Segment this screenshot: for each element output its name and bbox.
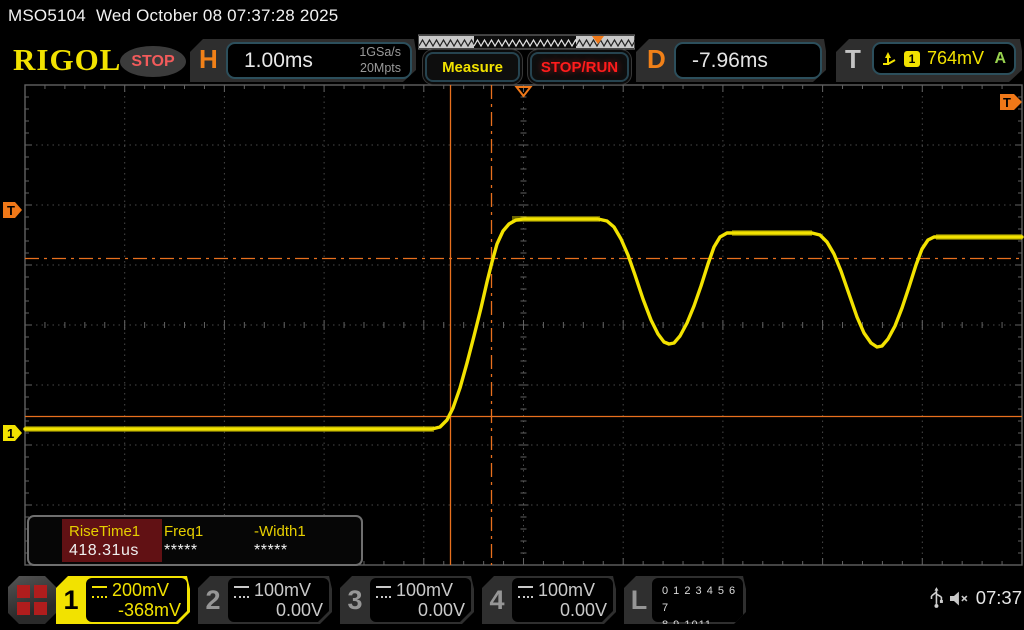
- memory-depth: 20Mpts: [359, 61, 401, 77]
- timebase-box[interactable]: 1.00ms 1GSa/s 20Mpts: [226, 42, 412, 79]
- delay-value: -7.96ms: [692, 49, 768, 73]
- trigger-mode: A: [994, 50, 1006, 68]
- delay-box[interactable]: -7.96ms: [674, 42, 822, 79]
- channel-scale: 100mV: [538, 580, 595, 601]
- logic-channel-list: 0 1 2 3 4 5 6 7 8 9 1011 12131415: [652, 578, 743, 622]
- trigger-level-value: 764mV: [927, 48, 984, 69]
- quick-menu-button[interactable]: [8, 576, 56, 624]
- channel4-tab[interactable]: 4 100mV 0.00V: [482, 576, 616, 624]
- measurement-label[interactable]: Freq1: [164, 523, 203, 540]
- measurement-results-panel[interactable]: RiseTime1 418.31us Freq1 ***** -Width1 *…: [27, 515, 363, 566]
- dc-coupling-icon: [518, 586, 533, 598]
- trigger-label: T: [845, 44, 861, 75]
- measurement-label[interactable]: RiseTime1: [69, 523, 140, 540]
- status-area: 07:37: [930, 585, 1022, 611]
- dc-coupling-icon: [234, 586, 249, 598]
- measurement-value: *****: [164, 542, 198, 560]
- trigger-source-badge: 1: [904, 51, 920, 67]
- channel-scale: 100mV: [254, 580, 311, 601]
- measurement-value: *****: [254, 542, 288, 560]
- graticule: [25, 85, 1022, 565]
- measurement-value: 418.31us: [69, 542, 139, 560]
- delay-panel[interactable]: D -7.96ms: [636, 39, 826, 82]
- sample-rate: 1GSa/s: [359, 45, 401, 61]
- channel-settings: 100mV 0.00V: [512, 578, 613, 622]
- channel-offset: 0.00V: [234, 600, 323, 621]
- trigger-box[interactable]: 1 764mV A: [872, 42, 1016, 75]
- channel-offset: 0.00V: [376, 600, 465, 621]
- horizontal-label: H: [199, 44, 218, 75]
- measurement-label[interactable]: -Width1: [254, 523, 306, 540]
- run-state-badge[interactable]: STOP: [120, 46, 186, 77]
- speaker-muted-icon[interactable]: [949, 590, 970, 607]
- stop-run-button[interactable]: STOP/RUN: [530, 52, 629, 82]
- titlebar: MSO5104 Wed October 08 07:37:28 2025: [8, 6, 348, 26]
- timebase-value: 1.00ms: [244, 49, 313, 73]
- channel-settings: 100mV 0.00V: [228, 578, 329, 622]
- svg-text:T: T: [1003, 95, 1011, 110]
- channel3-tab[interactable]: 3 100mV 0.00V: [340, 576, 474, 624]
- channel-scale: 200mV: [112, 580, 169, 601]
- dc-coupling-icon: [376, 586, 391, 598]
- measure-button[interactable]: Measure: [425, 52, 520, 82]
- usb-icon: [930, 587, 943, 609]
- datetime: Wed October 08 07:37:28 2025: [96, 6, 339, 25]
- channel-scale: 100mV: [396, 580, 453, 601]
- trigger-and-channel-markers[interactable]: T 1 T: [3, 87, 1022, 441]
- logic-channels-tab[interactable]: L 0 1 2 3 4 5 6 7 8 9 1011 12131415: [624, 576, 746, 624]
- svg-text:T: T: [7, 203, 15, 218]
- logic-row: 0 1 2 3 4 5 6 7: [662, 583, 743, 617]
- acquisition-info: 1GSa/s 20Mpts: [359, 45, 401, 76]
- grid-menu-icon: [17, 585, 47, 615]
- svg-text:1: 1: [7, 426, 14, 441]
- delay-label: D: [647, 44, 666, 75]
- channel2-tab[interactable]: 2 100mV 0.00V: [198, 576, 332, 624]
- waveform-position-bar[interactable]: [418, 34, 635, 50]
- rising-edge-icon: [882, 51, 897, 66]
- channel1-tab[interactable]: 1 200mV -368mV: [56, 576, 190, 624]
- channel-offset: 0.00V: [518, 600, 607, 621]
- model-name: MSO5104: [8, 6, 86, 25]
- channel-settings: 100mV 0.00V: [370, 578, 471, 622]
- channel-offset: -368mV: [92, 600, 181, 621]
- oscilloscope-screen: MSO5104 Wed October 08 07:37:28 2025 RIGO…: [0, 0, 1024, 630]
- horizontal-panel[interactable]: H 1.00ms 1GSa/s 20Mpts: [190, 39, 416, 82]
- dc-coupling-icon: [92, 586, 107, 598]
- channel-settings: 200mV -368mV: [86, 578, 187, 622]
- rigol-logo: RIGOL: [13, 42, 121, 78]
- clock: 07:37: [976, 587, 1022, 609]
- trigger-panel[interactable]: T 1 764mV A: [836, 39, 1022, 82]
